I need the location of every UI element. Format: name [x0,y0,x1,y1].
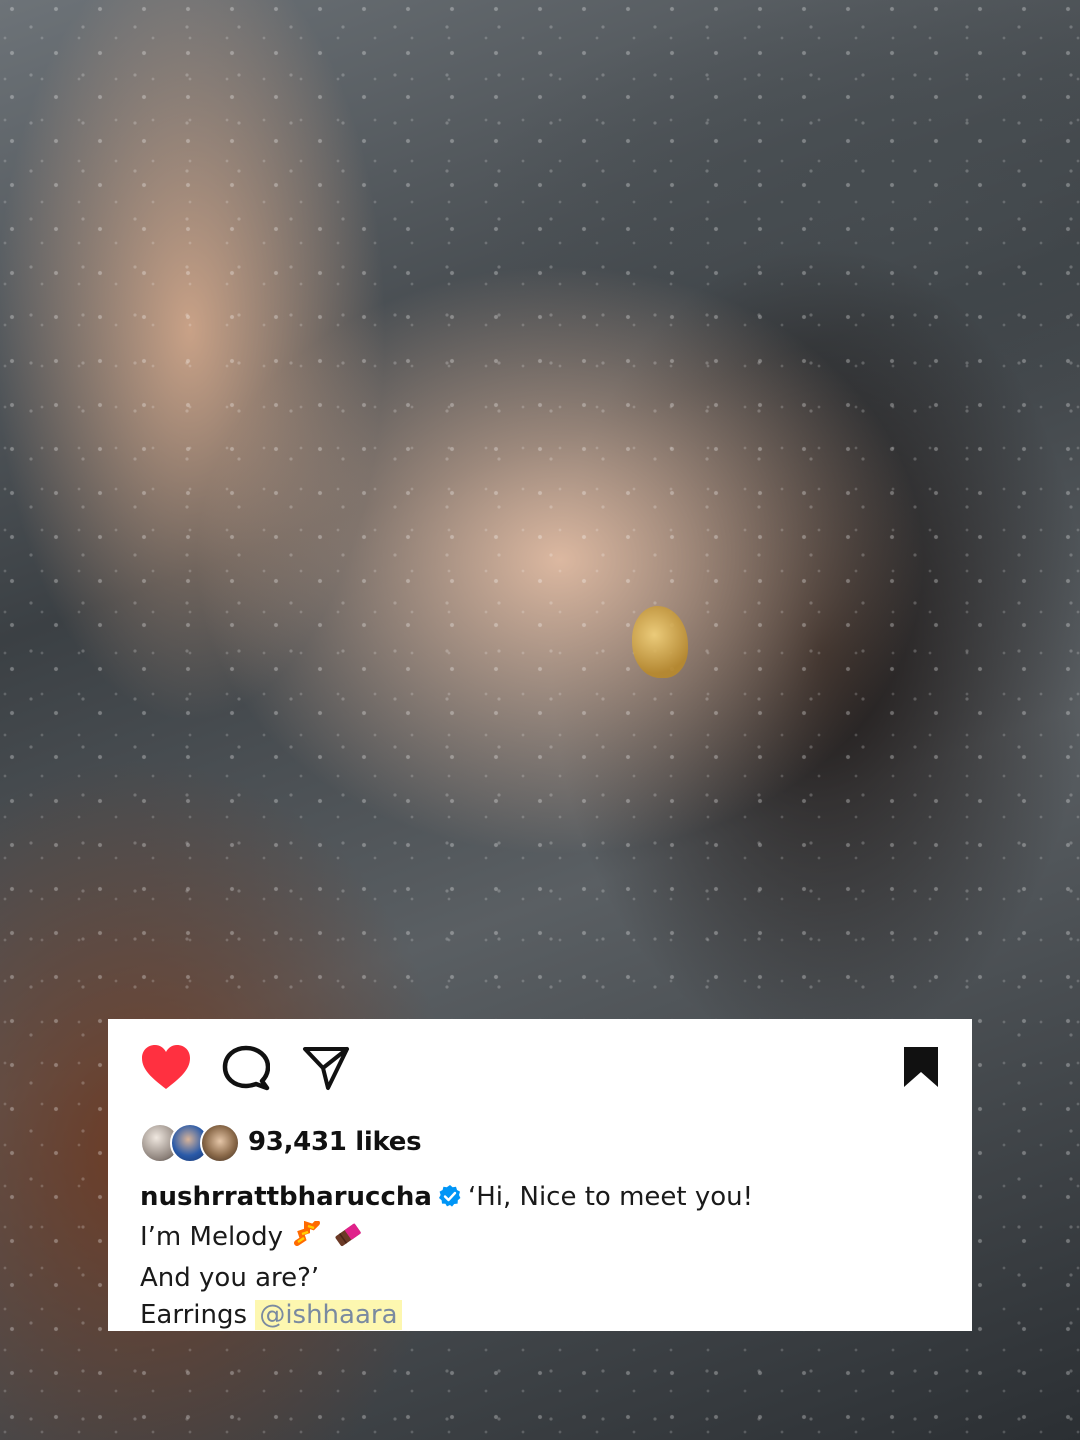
caption-text-line-2: I’m Melody [140,1222,283,1252]
candy-emoji-icon [293,1220,323,1260]
caption-text-line-1: ‘Hi, Nice to meet you! [467,1182,754,1212]
likes-row: 93,431 likes [140,1123,940,1163]
post-caption: nushrrattbharuccha ‘Hi, Nice to meet you!… [140,1179,940,1334]
comment-icon[interactable] [222,1045,270,1091]
caption-line-2: I’m Melody [140,1219,940,1260]
chocolate-emoji-icon [333,1221,363,1260]
heart-icon[interactable] [140,1043,192,1091]
username-link[interactable]: nushrrattbharuccha [140,1182,432,1212]
caption-line-3: And you are?’ [140,1263,320,1293]
bookmark-icon[interactable] [902,1045,940,1089]
caption-line-1: nushrrattbharuccha ‘Hi, Nice to meet you! [140,1179,940,1219]
avatar [200,1123,240,1163]
share-icon[interactable] [302,1045,350,1091]
caption-line-4: Earrings @ishhaara [140,1297,940,1334]
verified-badge-icon [438,1182,462,1219]
liker-avatars[interactable] [140,1123,244,1163]
post-card: 93,431 likes nushrrattbharuccha ‘Hi, Nice… [108,1019,972,1331]
post-actions-bar [140,1043,940,1091]
mention-link[interactable]: @ishhaara [255,1300,402,1330]
caption-text-line-4: Earrings [140,1300,256,1330]
likes-count[interactable]: 93,431 likes [248,1127,422,1157]
